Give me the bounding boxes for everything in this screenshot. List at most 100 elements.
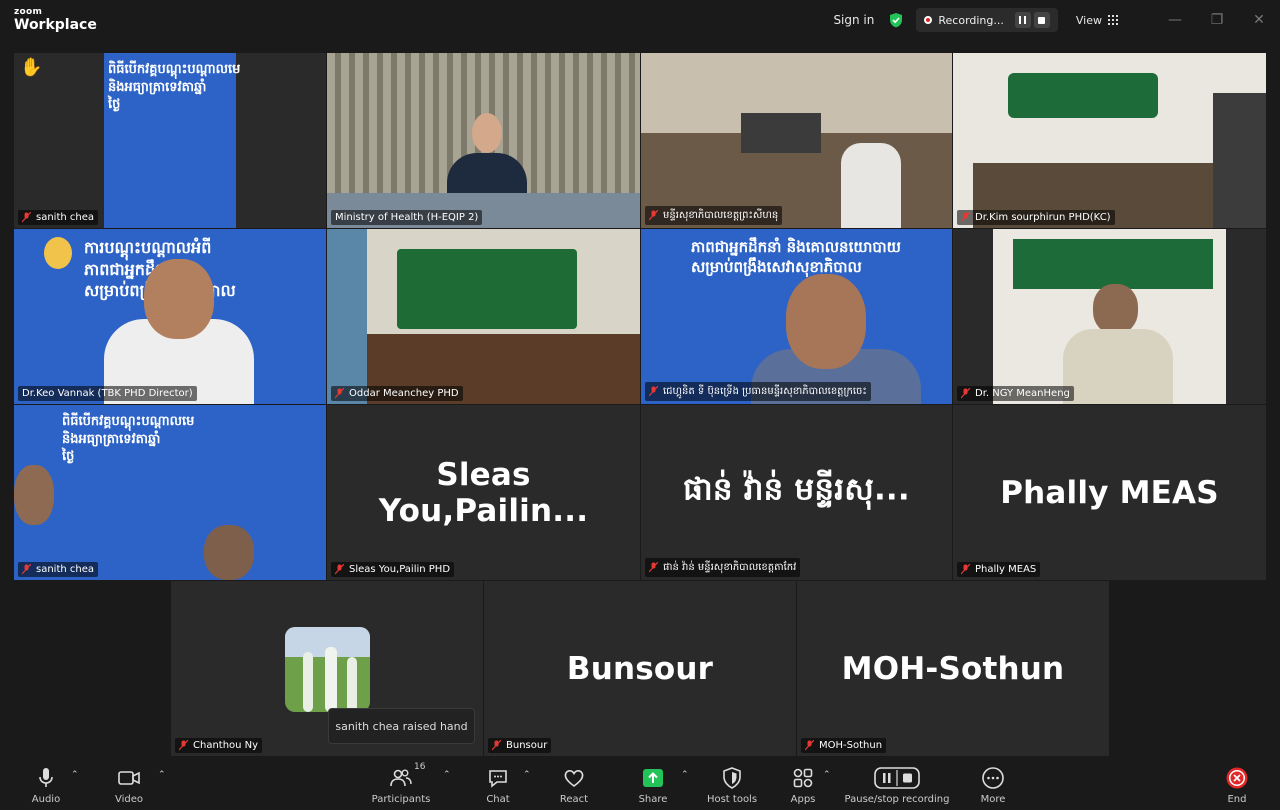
participant-name: Bunsour [488, 738, 552, 753]
video-tile[interactable]: MOH-Sothun MOH-Sothun [797, 581, 1109, 756]
end-icon [1226, 767, 1248, 789]
participant-display-name: MOH-Sothun [841, 650, 1065, 687]
microphone-icon [39, 768, 53, 787]
video-tile[interactable]: ភាពជាអ្នកដឹកនាំ និងគោលនយោបាយ សម្រាប់ពង្រ… [641, 229, 952, 404]
host-tools-button[interactable]: Host tools [697, 766, 767, 805]
shield-icon [723, 767, 741, 789]
apps-icon [793, 768, 813, 788]
stop-icon [1038, 16, 1046, 24]
avatar [285, 627, 370, 712]
participant-name: Phally MEAS [957, 562, 1041, 577]
share-button[interactable]: Share [618, 766, 688, 805]
muted-mic-icon [335, 564, 344, 575]
more-button[interactable]: More [958, 766, 1028, 805]
muted-mic-icon [649, 386, 658, 397]
participant-name: sanith chea [18, 562, 99, 577]
video-options-caret[interactable]: ⌃ [158, 770, 166, 780]
participant-name: MOH-Sothun [801, 738, 887, 753]
slide-text: ពិធីបើកវគ្គបណ្តុះបណ្តាលមេ [108, 62, 241, 77]
close-window-button[interactable]: ✕ [1238, 0, 1280, 40]
participant-display-name: ផាន់ វ៉ាន់ មន្ទីរសុ... [683, 471, 910, 507]
audio-options-caret[interactable]: ⌃ [71, 770, 79, 780]
muted-mic-icon [649, 210, 658, 221]
more-icon [982, 767, 1004, 789]
video-button[interactable]: Video [94, 766, 164, 805]
video-tile[interactable]: Bunsour Bunsour [484, 581, 796, 756]
muted-mic-icon [22, 564, 31, 575]
video-tile[interactable]: Dr.Kim sourphirun PHD(KC) [953, 53, 1266, 228]
video-tile[interactable]: ផាន់ វ៉ាន់ មន្ទីរសុ... ផាន់ វ៉ាន់ មន្ទីរ… [641, 405, 952, 580]
muted-mic-icon [22, 212, 31, 223]
video-tile[interactable]: Dr. NGY MeanHeng [953, 229, 1266, 404]
chat-options-caret[interactable]: ⌃ [523, 770, 531, 780]
sign-in-link[interactable]: Sign in [833, 13, 874, 27]
react-button[interactable]: React [539, 766, 609, 805]
view-label: View [1075, 13, 1102, 27]
slide-text: ថ្ងៃ [62, 449, 75, 465]
video-tile[interactable]: ពិធីបើកវគ្គបណ្តុះបណ្តាលមេ និងអធ្យាត្រាទេ… [14, 53, 326, 228]
pause-icon [1019, 16, 1027, 24]
slide-text: ការបណ្តុះបណ្តាលអំពី [84, 238, 212, 257]
participant-name: Dr.Keo Vannak (TBK PHD Director) [18, 386, 197, 401]
slide-text: ថ្ងៃ [108, 97, 121, 113]
title-bar: zoom Workplace Sign in Recording... View… [0, 0, 1280, 40]
brand-top: zoom [14, 7, 43, 17]
end-meeting-button[interactable]: End [1202, 766, 1272, 805]
video-tile[interactable]: Phally MEAS Phally MEAS [953, 405, 1266, 580]
share-options-caret[interactable]: ⌃ [681, 770, 689, 780]
slide-text: សម្រាប់ពង្រឹងសេវាសុខាភិបាល [691, 258, 862, 277]
maximize-button[interactable]: ❐ [1196, 0, 1238, 40]
brand-bottom: Workplace [14, 17, 97, 33]
raised-hand-icon: ✋ [20, 57, 43, 78]
slide-text: ពិធីបើកវគ្គបណ្តុះបណ្តាលមេ [62, 414, 195, 429]
video-tile[interactable]: Sleas You,Pailin... Sleas You,Pailin PHD [327, 405, 640, 580]
minimize-button[interactable]: — [1154, 0, 1196, 40]
muted-mic-icon [961, 564, 970, 575]
video-tile[interactable]: ពិធីបើកវគ្គបណ្តុះបណ្តាលមេ និងអធ្យាត្រាទេ… [14, 405, 326, 580]
video-tile[interactable]: Oddar Meanchey PHD [327, 229, 640, 404]
muted-mic-icon [179, 740, 188, 751]
stop-recording-button[interactable] [1033, 12, 1050, 28]
slide-text: និងអធ្យាត្រាទេវតាឆ្នាំ [62, 431, 161, 447]
pause-stop-recording-button[interactable]: Pause/stop recording [845, 766, 949, 805]
raised-hand-notification: sanith chea raised hand [328, 708, 475, 744]
pause-stop-recording-icon [874, 767, 920, 789]
muted-mic-icon [805, 740, 814, 751]
video-tile[interactable]: មន្ទីរសុខាភិបាលខេត្តព្រះសីហនុ [641, 53, 952, 228]
slide-text: ភាពជាអ្នកដឹកនាំ និងគោលនយោបាយ [691, 238, 901, 256]
participants-button[interactable]: Participants [366, 766, 436, 805]
participant-display-name: Sleas You,Pailin... [378, 456, 589, 529]
zoom-logo: zoom Workplace [14, 7, 97, 33]
participant-name: Chanthou Ny [175, 738, 263, 753]
share-screen-icon [643, 769, 663, 787]
meeting-toolbar: Audio ⌃ Video ⌃ Participants 16 ⌃ Chat ⌃… [0, 758, 1280, 810]
apps-options-caret[interactable]: ⌃ [823, 770, 831, 780]
video-tile[interactable]: ការបណ្តុះបណ្តាលអំពី ភាពជាអ្នកដឹកនាំ សម្រ… [14, 229, 326, 404]
participants-icon [390, 769, 412, 787]
participant-name: មន្ទីរសុខាភិបាលខេត្តព្រះសីហនុ [645, 206, 783, 225]
recording-dot-icon [924, 16, 933, 24]
participant-name: ជេហ្គូនិត ទី ប៊ុនទ្រើង ប្រធានមន្ទីរសុខាភ… [645, 382, 871, 401]
heart-icon [564, 770, 584, 787]
muted-mic-icon [492, 740, 501, 751]
participant-name: Sleas You,Pailin PHD [331, 562, 455, 577]
pause-recording-button[interactable] [1014, 12, 1031, 28]
participant-display-name: Bunsour [566, 650, 714, 687]
participant-name: Oddar Meanchey PHD [331, 386, 463, 401]
muted-mic-icon [649, 562, 658, 573]
participant-name: sanith chea [18, 210, 99, 225]
encryption-shield-icon[interactable] [888, 12, 904, 28]
video-tile[interactable]: Ministry of Health (H-EQIP 2) [327, 53, 640, 228]
participant-name: ផាន់ វ៉ាន់ មន្ទីរសុខាភិបាលខេត្តតាកែវ [645, 558, 801, 577]
participant-name: Dr. NGY MeanHeng [957, 386, 1074, 401]
grid-icon [1108, 15, 1118, 25]
recording-indicator: Recording... [916, 8, 1058, 32]
participant-display-name: Phally MEAS [1000, 474, 1219, 511]
participants-options-caret[interactable]: ⌃ [443, 770, 451, 780]
video-camera-icon [118, 771, 140, 785]
slide-text: និងអធ្យាត្រាទេវតាឆ្នាំ [108, 79, 207, 95]
muted-mic-icon [961, 212, 970, 223]
recording-label: Recording... [938, 13, 1004, 27]
muted-mic-icon [961, 388, 970, 399]
view-button[interactable]: View [1076, 14, 1118, 27]
